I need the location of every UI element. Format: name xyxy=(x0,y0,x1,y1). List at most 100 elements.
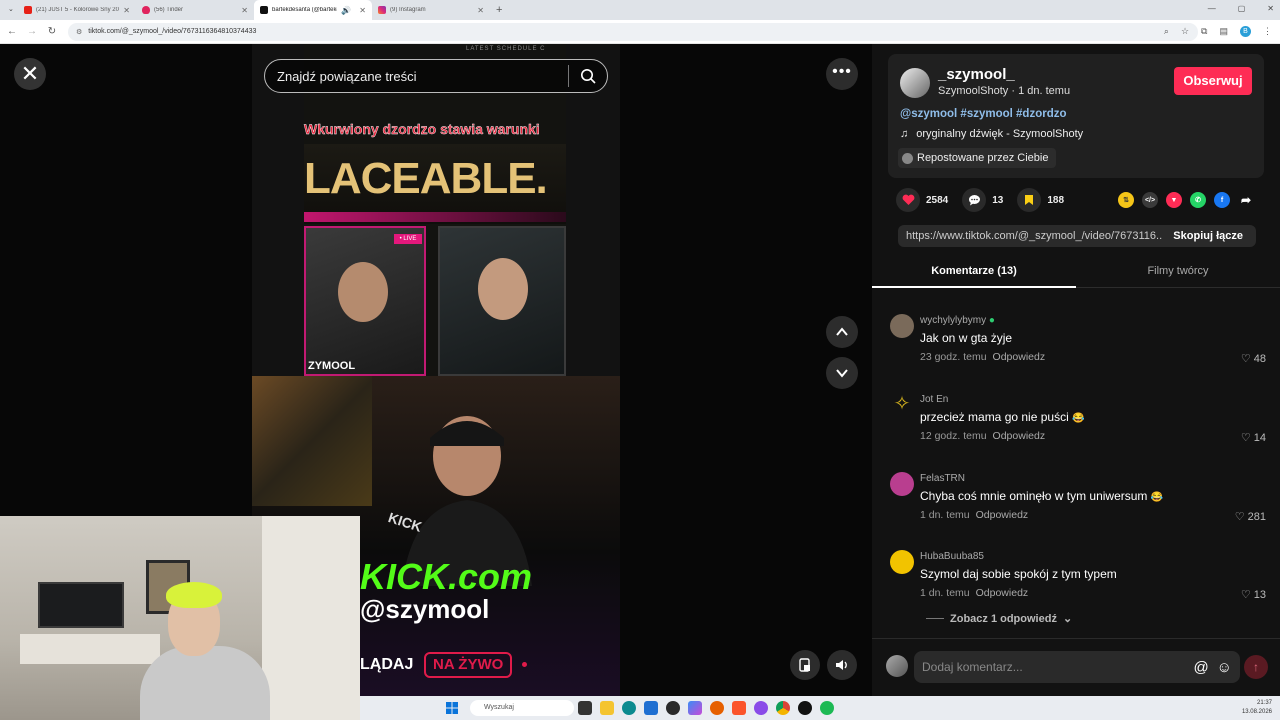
commenter-name[interactable]: wychylylybymy ● xyxy=(920,315,995,326)
reply-link[interactable]: Odpowiedz xyxy=(993,430,1046,442)
sidebar-icon[interactable]: ▤ xyxy=(1219,26,1228,37)
windows-start-icon[interactable] xyxy=(446,702,458,714)
forward-icon[interactable]: → xyxy=(24,26,40,37)
view-replies-button[interactable]: Zobacz 1 odpowiedź ⌄ xyxy=(926,612,1072,625)
comment-like[interactable]: ♡ 281 xyxy=(1235,510,1266,524)
repost-icon[interactable]: ⇅ xyxy=(1118,192,1134,208)
save-action[interactable]: 188 xyxy=(1017,188,1064,212)
tab-list-icon[interactable]: ⌄ xyxy=(8,5,14,13)
clock-time: 21:37 xyxy=(1256,700,1272,706)
new-tab-button[interactable]: + xyxy=(490,4,508,16)
maximize-icon[interactable]: ▢ xyxy=(1238,4,1246,13)
tab-tiktok[interactable]: bartekdesanta (@bartekdes... 🔊 ✕ xyxy=(254,0,372,20)
emoji-icon[interactable]: ☺ xyxy=(1217,659,1232,676)
more-options-button[interactable]: ••• xyxy=(826,58,858,90)
close-tab-icon[interactable]: ✕ xyxy=(477,6,484,15)
streamer-photo: • LIVE ZYMOOL xyxy=(304,226,426,376)
address-bar[interactable]: ⚙ tiktok.com/@_szymool_/video/7673116364… xyxy=(68,22,1198,41)
tiktok-app-icon[interactable] xyxy=(798,701,812,715)
bookmark-star-icon[interactable]: ☆ xyxy=(1181,26,1189,37)
search-input[interactable]: Znajdź powiązane treści xyxy=(265,69,568,84)
embed-icon[interactable]: </> xyxy=(1142,192,1158,208)
comment-like[interactable]: ♡ 13 xyxy=(1241,588,1266,602)
browser-toolbar: ← → ↻ ⚙ tiktok.com/@_szymool_/video/7673… xyxy=(0,20,1280,44)
next-video-button[interactable] xyxy=(826,357,858,389)
sound-link[interactable]: ♫ oryginalny dźwięk - SzymoolShoty xyxy=(900,128,1083,140)
tab-title: (21) JUST 5 - Kolorowe Sny 202... xyxy=(36,7,120,13)
profile-avatar[interactable]: B xyxy=(1240,26,1251,37)
reload-icon[interactable]: ↻ xyxy=(44,26,60,37)
whatsapp-icon[interactable]: ✆ xyxy=(1190,192,1206,208)
extensions-icon[interactable]: ⧉ xyxy=(1201,26,1207,37)
back-icon[interactable]: ← xyxy=(4,26,20,37)
taskbar-clock[interactable]: 21:37 13.08.2026 xyxy=(1242,699,1272,717)
send-to-friends-icon[interactable]: ▼ xyxy=(1166,192,1182,208)
comment-like[interactable]: ♡ 48 xyxy=(1241,352,1266,366)
site-info-icon[interactable]: ⚙ xyxy=(76,28,82,36)
commenter-name[interactable]: Jot En xyxy=(920,394,948,405)
post-comment-button[interactable]: ↑ xyxy=(1244,655,1268,679)
tab-youtube[interactable]: (21) JUST 5 - Kolorowe Sny 202... ✕ xyxy=(18,0,136,20)
close-tab-icon[interactable]: ✕ xyxy=(123,6,130,15)
author-username[interactable]: _szymool_ xyxy=(938,66,1015,83)
comment-meta: 12 godz. temu Odpowiedz xyxy=(920,430,1046,442)
reply-link[interactable]: Odpowiedz xyxy=(976,509,1029,521)
related-search-bar[interactable]: Znajdź powiązane treści xyxy=(264,59,608,93)
menu-icon[interactable]: ⋮ xyxy=(1263,26,1272,37)
like-action[interactable]: 2584 xyxy=(896,188,948,212)
commenter-avatar[interactable]: ✧ xyxy=(890,393,914,417)
reply-link[interactable]: Odpowiedz xyxy=(993,351,1046,363)
store-icon[interactable] xyxy=(644,701,658,715)
facebook-icon[interactable]: f xyxy=(1214,192,1230,208)
zoom-icon[interactable]: ⌕ xyxy=(1164,26,1169,37)
tab-creator-videos[interactable]: Filmy twórcy xyxy=(1076,260,1280,287)
promo-tabs-text: LATEST SCHEDULE C xyxy=(466,46,546,52)
close-tab-icon[interactable]: ✕ xyxy=(359,6,366,15)
copilot-icon[interactable] xyxy=(688,701,702,715)
spotify-icon[interactable] xyxy=(820,701,834,715)
minimize-icon[interactable]: — xyxy=(1208,4,1216,13)
share-arrow-icon[interactable]: ➦ xyxy=(1238,192,1254,208)
viewer-hair xyxy=(166,582,222,608)
comment-like[interactable]: ♡ 14 xyxy=(1241,431,1266,445)
comment-action[interactable]: 13 xyxy=(962,188,1003,212)
commenter-name[interactable]: HubaBuuba85 xyxy=(920,551,984,562)
search-icon[interactable] xyxy=(569,68,607,84)
live-dot xyxy=(522,662,527,667)
save-count: 188 xyxy=(1047,194,1065,206)
task-view-icon[interactable] xyxy=(578,701,592,715)
mention-icon[interactable]: @ xyxy=(1193,659,1208,676)
like-count: 2584 xyxy=(926,194,949,206)
author-avatar[interactable] xyxy=(900,68,930,98)
chrome-icon[interactable] xyxy=(776,701,790,715)
tab-comments[interactable]: Komentarze (13) xyxy=(872,260,1076,288)
previous-video-button[interactable] xyxy=(826,316,858,348)
close-tab-icon[interactable]: ✕ xyxy=(241,6,248,15)
comment-input[interactable]: Dodaj komentarz... @ ☺ xyxy=(914,651,1240,683)
close-video-button[interactable]: ✕ xyxy=(14,58,46,90)
tab-tinder[interactable]: (56) Tinder ✕ xyxy=(136,0,254,20)
chevron-up-icon xyxy=(836,327,848,336)
follow-button[interactable]: Obserwuj xyxy=(1174,67,1252,95)
edge-icon[interactable] xyxy=(622,701,636,715)
xbox-icon[interactable] xyxy=(666,701,680,715)
commenter-avatar[interactable] xyxy=(890,314,914,338)
messenger-icon[interactable] xyxy=(754,701,768,715)
firefox-icon[interactable] xyxy=(710,701,724,715)
hashtags[interactable]: @szymool #szymool #dzordzo xyxy=(900,108,1067,120)
brave-icon[interactable] xyxy=(732,701,746,715)
speaker-icon[interactable]: 🔊 xyxy=(341,6,351,15)
commenter-avatar[interactable] xyxy=(890,472,914,496)
taskbar-search[interactable]: Wyszukaj xyxy=(470,700,574,716)
chevron-down-icon: ⌄ xyxy=(1062,613,1073,625)
live-tag: • LIVE xyxy=(394,234,422,244)
volume-button[interactable] xyxy=(827,650,857,680)
reply-link[interactable]: Odpowiedz xyxy=(976,587,1029,599)
copy-link-button[interactable]: Skopiuj łącze xyxy=(1163,230,1256,242)
close-window-icon[interactable]: ✕ xyxy=(1267,4,1274,13)
commenter-avatar[interactable] xyxy=(890,550,914,574)
tab-instagram[interactable]: (9) Instagram ✕ xyxy=(372,0,490,20)
file-explorer-icon[interactable] xyxy=(600,701,614,715)
commenter-name[interactable]: FelasTRN xyxy=(920,473,965,484)
floating-player-button[interactable] xyxy=(790,650,820,680)
